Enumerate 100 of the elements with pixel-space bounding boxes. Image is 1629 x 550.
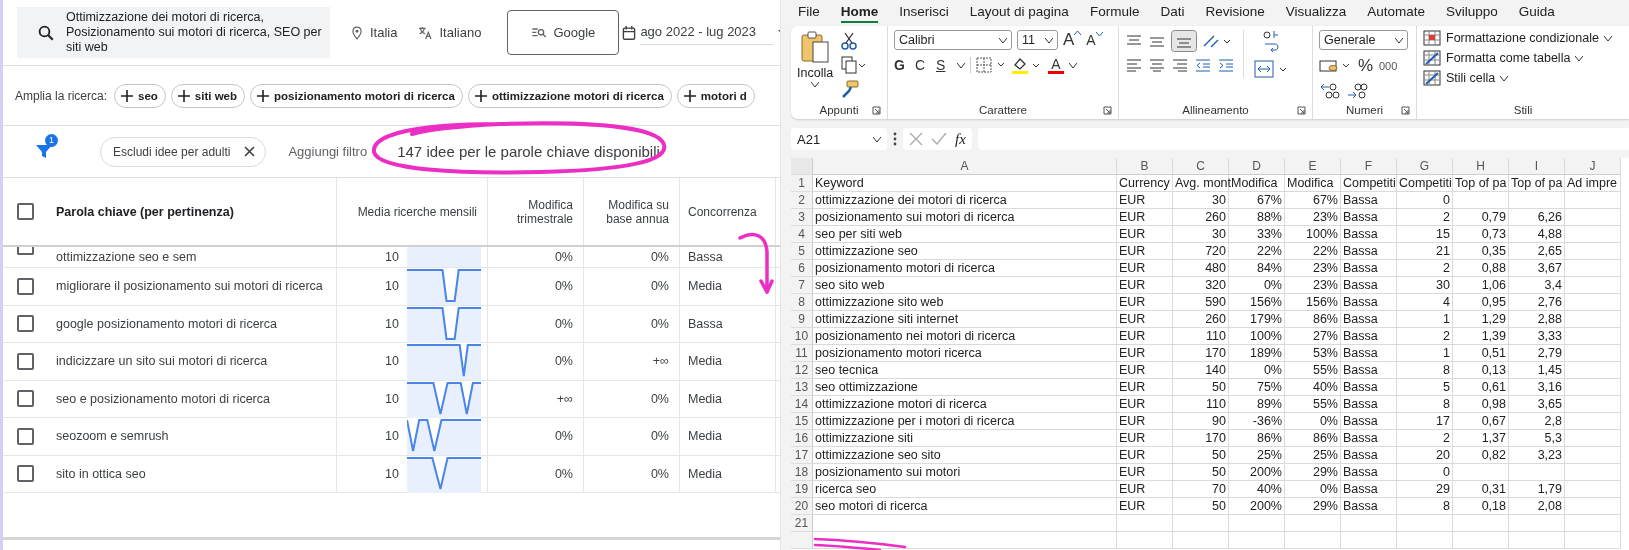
menu-tab[interactable]: Layout di pagina — [969, 1, 1069, 23]
underline-button[interactable]: S — [936, 57, 952, 73]
row-header[interactable]: 3 — [791, 209, 813, 226]
column-header[interactable]: Concorrenza — [679, 178, 775, 245]
row-checkbox[interactable] — [17, 427, 34, 445]
name-box[interactable]: A21 — [791, 128, 887, 150]
dialog-launcher-icon[interactable] — [1103, 106, 1112, 115]
font-size-dropdown[interactable]: 11 — [1017, 30, 1058, 50]
suggestion-chip[interactable]: ottimizzazione motori di ricerca — [467, 83, 672, 108]
increase-font-button[interactable]: A — [1063, 30, 1082, 50]
menu-tab[interactable]: Sviluppo — [1446, 1, 1498, 23]
row-header[interactable]: 16 — [791, 430, 813, 447]
format-painter-icon[interactable] — [841, 80, 860, 98]
number-format-dropdown[interactable]: Generale — [1319, 30, 1408, 50]
wrap-text-icon[interactable] — [1262, 30, 1282, 52]
row-checkbox[interactable] — [17, 352, 34, 370]
row-header[interactable]: 1 — [791, 175, 813, 192]
network-button[interactable]: Google — [507, 10, 620, 55]
align-right-icon[interactable] — [1171, 58, 1189, 72]
row-header[interactable]: 5 — [791, 243, 813, 260]
column-header[interactable]: G — [1397, 158, 1453, 175]
menu-tab[interactable]: Visualizza — [1285, 1, 1347, 23]
styles-menu-button[interactable]: Stili cella — [1423, 70, 1509, 86]
font-dropdown[interactable]: Calibri — [894, 30, 1012, 50]
styles-menu-button[interactable]: Formatta come tabella — [1423, 50, 1584, 66]
row-header[interactable]: 7 — [791, 277, 813, 294]
column-header[interactable]: C — [1173, 158, 1229, 175]
column-header[interactable]: D — [1229, 158, 1285, 175]
column-header[interactable]: H — [1453, 158, 1509, 175]
thousands-button[interactable]: 000 — [1379, 60, 1398, 72]
increase-decimal-icon[interactable] — [1319, 82, 1341, 100]
suggestion-chip[interactable]: motori d — [676, 83, 755, 108]
align-bottom-icon[interactable] — [1171, 30, 1197, 52]
column-header[interactable]: F — [1341, 158, 1397, 175]
close-icon[interactable] — [244, 146, 256, 157]
row-checkbox[interactable] — [17, 390, 34, 408]
row-header[interactable]: 10 — [791, 328, 813, 345]
add-filter-button[interactable]: Aggiungi filtro — [288, 144, 368, 159]
insert-function-button[interactable]: fx — [955, 130, 966, 148]
menu-tab[interactable]: Guida — [1518, 1, 1555, 23]
row-header[interactable]: 17 — [791, 447, 813, 464]
select-all-checkbox[interactable] — [17, 203, 34, 220]
column-header[interactable]: Media ricerche mensili — [336, 178, 487, 245]
menu-tab[interactable]: Formule — [1089, 1, 1140, 23]
dialog-launcher-icon[interactable] — [1297, 106, 1306, 115]
menu-tab[interactable]: Inserisci — [899, 1, 949, 23]
row-header[interactable]: 15 — [791, 413, 813, 430]
row-header[interactable]: 18 — [791, 464, 813, 481]
row-checkbox[interactable] — [17, 247, 34, 255]
menu-tab[interactable]: Home — [840, 1, 879, 23]
column-header[interactable]: J — [1565, 158, 1621, 175]
row-header[interactable]: 2 — [791, 192, 813, 209]
align-center-icon[interactable] — [1148, 58, 1166, 72]
row-header[interactable]: 9 — [791, 311, 813, 328]
location-button[interactable]: Italia — [350, 24, 398, 41]
suggestion-chip[interactable]: siti web — [170, 83, 246, 108]
decrease-font-button[interactable]: A — [1086, 32, 1103, 48]
language-button[interactable]: Italiano — [417, 24, 482, 41]
column-header[interactable]: I — [1509, 158, 1565, 175]
bold-button[interactable]: G — [894, 57, 910, 73]
row-header[interactable]: 14 — [791, 396, 813, 413]
column-header[interactable]: Modifica trimestrale — [487, 178, 583, 245]
row-header[interactable]: 12 — [791, 362, 813, 379]
menu-tab[interactable]: Automate — [1367, 1, 1426, 23]
italic-button[interactable]: C — [915, 57, 931, 73]
row-header[interactable]: 21 — [791, 515, 813, 532]
cut-icon[interactable] — [841, 32, 858, 50]
menu-tab[interactable]: File — [798, 1, 820, 23]
suggestion-chip[interactable]: seo — [114, 83, 166, 108]
row-header[interactable]: 8 — [791, 294, 813, 311]
search-field[interactable]: Ottimizzazione dei motori di ricerca, Posizionamento sui motori di ricerca, SEO per siti web — [17, 7, 330, 58]
suggestion-chip[interactable]: posizionamento motori di ricerca — [250, 83, 463, 108]
column-header[interactable]: Modifica su base annua — [583, 178, 679, 245]
decrease-decimal-icon[interactable] — [1346, 82, 1368, 100]
align-top-icon[interactable] — [1125, 34, 1143, 48]
borders-icon[interactable] — [976, 57, 1006, 73]
styles-menu-button[interactable]: Formattazione condizionale — [1423, 30, 1612, 46]
menu-tab[interactable]: Dati — [1160, 1, 1185, 23]
row-header[interactable]: 19 — [791, 481, 813, 498]
row-header[interactable]: 6 — [791, 260, 813, 277]
column-header[interactable]: Parola chiave (per pertinenza) — [48, 178, 336, 245]
row-header[interactable]: 4 — [791, 226, 813, 243]
align-middle-icon[interactable] — [1148, 34, 1166, 48]
dialog-launcher-icon[interactable] — [1401, 106, 1410, 115]
row-header[interactable]: 20 — [791, 498, 813, 515]
row-header[interactable]: 13 — [791, 379, 813, 396]
percent-button[interactable]: % — [1358, 56, 1374, 76]
row-header[interactable]: 11 — [791, 345, 813, 362]
row-checkbox[interactable] — [17, 465, 34, 483]
copy-icon[interactable] — [841, 56, 866, 74]
row-checkbox[interactable] — [17, 315, 34, 333]
font-color-button[interactable]: A — [1048, 56, 1064, 74]
orientation-icon[interactable] — [1202, 33, 1232, 49]
column-header[interactable]: A — [813, 158, 1117, 175]
paste-button[interactable]: Incolla — [797, 30, 834, 87]
align-left-icon[interactable] — [1125, 58, 1143, 72]
column-header[interactable]: E — [1285, 158, 1341, 175]
row-checkbox[interactable] — [17, 277, 34, 295]
column-header[interactable]: B — [1117, 158, 1173, 175]
menu-tab[interactable]: Revisione — [1205, 1, 1265, 23]
